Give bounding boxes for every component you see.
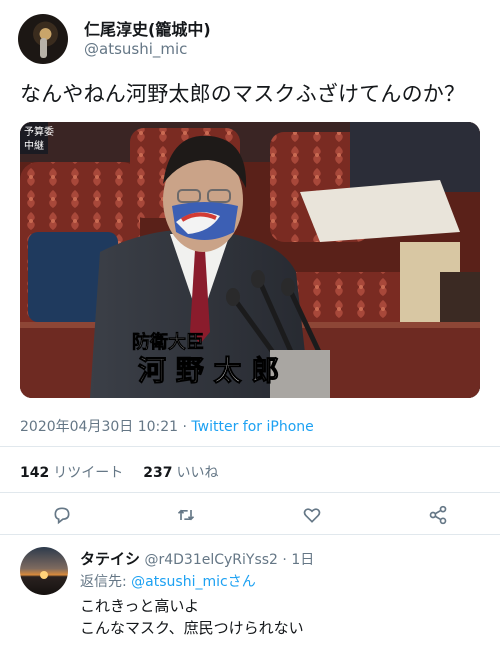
caption-name: 河 野 太 郎 <box>138 354 279 387</box>
divider <box>0 534 500 535</box>
reply-author-avatar[interactable] <box>20 547 68 595</box>
meta-separator: · <box>178 419 192 435</box>
tweet-media-image[interactable]: 予算委 中継 防衛大臣 河 野 太 郎 <box>20 122 480 398</box>
reply-text-line: こんなマスク、庶民つけられない <box>80 619 304 637</box>
sunset-icon <box>40 571 48 579</box>
reply-to-prefix: 返信先: <box>80 574 132 590</box>
retweet-label: リツイート <box>53 465 124 481</box>
tweet-meta: 2020年04月30日 10:21 · Twitter for iPhone <box>20 416 314 436</box>
corner-label-bottom: 中継 <box>24 139 44 152</box>
retweet-icon <box>177 509 195 521</box>
like-button[interactable] <box>300 504 324 526</box>
like-icon <box>303 508 321 523</box>
like-label: いいね <box>176 465 219 481</box>
share-button[interactable] <box>426 504 450 526</box>
microphone-icon <box>40 38 47 58</box>
author-handle[interactable]: @atsushi_mic <box>84 40 187 58</box>
retweet-button[interactable] <box>174 504 198 526</box>
reply-header: タテイシ @r4D31elCyRiYss2 · 1日 <box>80 548 314 569</box>
caption-title: 防衛大臣 <box>132 331 204 353</box>
tv-screenshot: 予算委 中継 防衛大臣 河 野 太 郎 <box>20 122 480 398</box>
reply-button[interactable] <box>50 504 74 526</box>
reply-author-name[interactable]: タテイシ <box>80 550 140 568</box>
share-icon <box>429 505 447 525</box>
author-display-name[interactable]: 仁尾淳史(籠城中) <box>84 16 211 40</box>
reply-separator: · <box>277 552 292 568</box>
like-count: 237 <box>143 465 173 481</box>
tweet-stats: 142 リツイート 237 いいね <box>20 462 218 482</box>
retweet-stat[interactable]: 142 リツイート <box>20 465 123 481</box>
reply-author-handle[interactable]: @r4D31elCyRiYss2 <box>144 552 278 568</box>
tweet-source-link[interactable]: Twitter for iPhone <box>191 419 313 435</box>
tweet-timestamp[interactable]: 2020年04月30日 10:21 <box>20 419 178 435</box>
corner-label-top: 予算委 <box>24 125 54 138</box>
reply-icon <box>54 507 70 525</box>
reply-to-line: 返信先: @atsushi_micさん <box>80 571 256 591</box>
reply-text-line: これきっと高いよ <box>80 597 200 615</box>
reply-time[interactable]: 1日 <box>291 552 314 568</box>
divider <box>0 446 500 447</box>
divider <box>0 492 500 493</box>
reply-to-handle-link[interactable]: @atsushi_micさん <box>131 574 256 590</box>
tweet-text: なんやねん河野太郎のマスクふざけてんのか？ <box>20 82 466 106</box>
retweet-count: 142 <box>20 465 50 481</box>
like-stat[interactable]: 237 いいね <box>143 465 218 481</box>
author-avatar[interactable] <box>18 14 68 64</box>
